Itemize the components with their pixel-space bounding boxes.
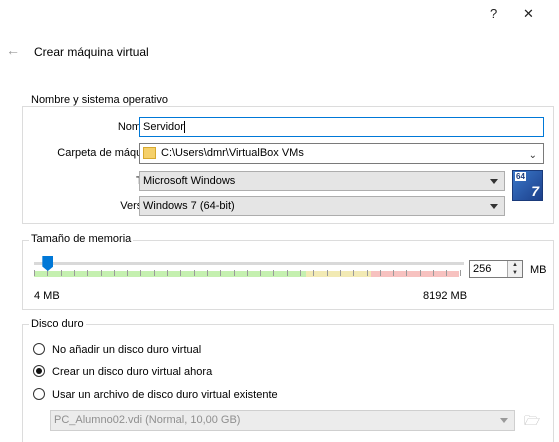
slider-tick [167,270,168,276]
radio-create-disk-label: Crear un disco duro virtual ahora [52,366,213,378]
slider-tick [140,270,142,276]
type-combo[interactable]: Microsoft Windows [139,171,505,191]
slider-tick [113,270,115,276]
slider-tick [339,270,341,276]
memory-min-label: 4 MB [34,290,60,302]
slider-tick [419,270,421,276]
dropdown-arrow-icon [490,204,498,209]
slider-tick [406,270,408,276]
chevron-down-icon: ⌄ [528,150,537,161]
slider-tick [34,270,35,276]
slider-tick [73,270,75,276]
slider-tick [260,270,262,276]
slider-tick [127,270,129,276]
slider-tick [353,270,355,276]
wizard-title: Crear máquina virtual [34,45,149,59]
slider-tick [459,270,461,276]
memory-legend: Tamaño de memoria [29,233,134,245]
memory-spinbox[interactable]: 256 ▲ ▼ [469,260,523,278]
name-input[interactable]: Servidor [139,117,544,137]
windows-7-os-icon: 64 7 [512,170,543,201]
folder-icon [143,147,156,160]
slider-tick [193,270,195,276]
radio-button[interactable] [33,343,45,355]
name-input-value: Servidor [143,121,184,133]
memory-slider-track[interactable] [34,262,464,265]
dropdown-arrow-icon [500,418,508,423]
os-icon-badge: 64 [515,172,526,181]
name-os-legend: Nombre y sistema operativo [29,94,170,106]
slider-tick [366,270,368,276]
slider-tick [100,270,102,276]
existing-disk-combo[interactable]: PC_Alumno02.vdi (Normal, 10,00 GB) [50,410,515,431]
type-value: Microsoft Windows [143,175,236,187]
slider-tick [60,270,62,276]
slider-tick [233,270,235,276]
radio-no-disk-label: No añadir un disco duro virtual [52,344,202,356]
slider-tick [206,270,208,276]
version-value: Windows 7 (64-bit) [143,200,235,212]
disk-legend: Disco duro [29,318,86,330]
close-button[interactable]: ✕ [523,6,534,22]
radio-button-selected[interactable] [33,365,45,377]
memory-unit: MB [530,264,547,276]
slider-tick [446,270,448,276]
slider-tick [393,270,395,276]
spin-arrows-icon[interactable]: ▲ ▼ [507,261,522,277]
help-button[interactable]: ? [490,6,497,21]
slider-tick [246,270,248,276]
folder-browse-icon[interactable]: 🗁 [522,410,542,431]
slider-tick [87,270,89,276]
memory-max-label: 8192 MB [423,290,468,302]
slider-tick [286,270,288,276]
slider-tick [220,270,222,276]
slider-tick [180,270,182,276]
folder-value: C:\Users\dmr\VirtualBox VMs [161,147,304,159]
slider-tick [313,270,315,276]
slider-tick [379,270,381,276]
slider-tick [300,270,301,276]
version-combo[interactable]: Windows 7 (64-bit) [139,196,505,216]
radio-button[interactable] [33,388,45,400]
slider-tick [433,270,434,276]
memory-value: 256 [473,263,492,275]
radio-existing-disk-label: Usar un archivo de disco duro virtual ex… [52,389,278,401]
existing-disk-value: PC_Alumno02.vdi (Normal, 10,00 GB) [54,414,241,426]
folder-combo[interactable]: C:\Users\dmr\VirtualBox VMs ⌄ [139,143,544,164]
os-icon-number: 7 [531,183,539,199]
memory-warning-zone [306,271,371,277]
slider-tick [273,270,275,276]
dropdown-arrow-icon [490,179,498,184]
slider-tick [153,270,155,276]
back-arrow-icon[interactable]: ← [6,42,20,58]
slider-tick [326,270,328,276]
